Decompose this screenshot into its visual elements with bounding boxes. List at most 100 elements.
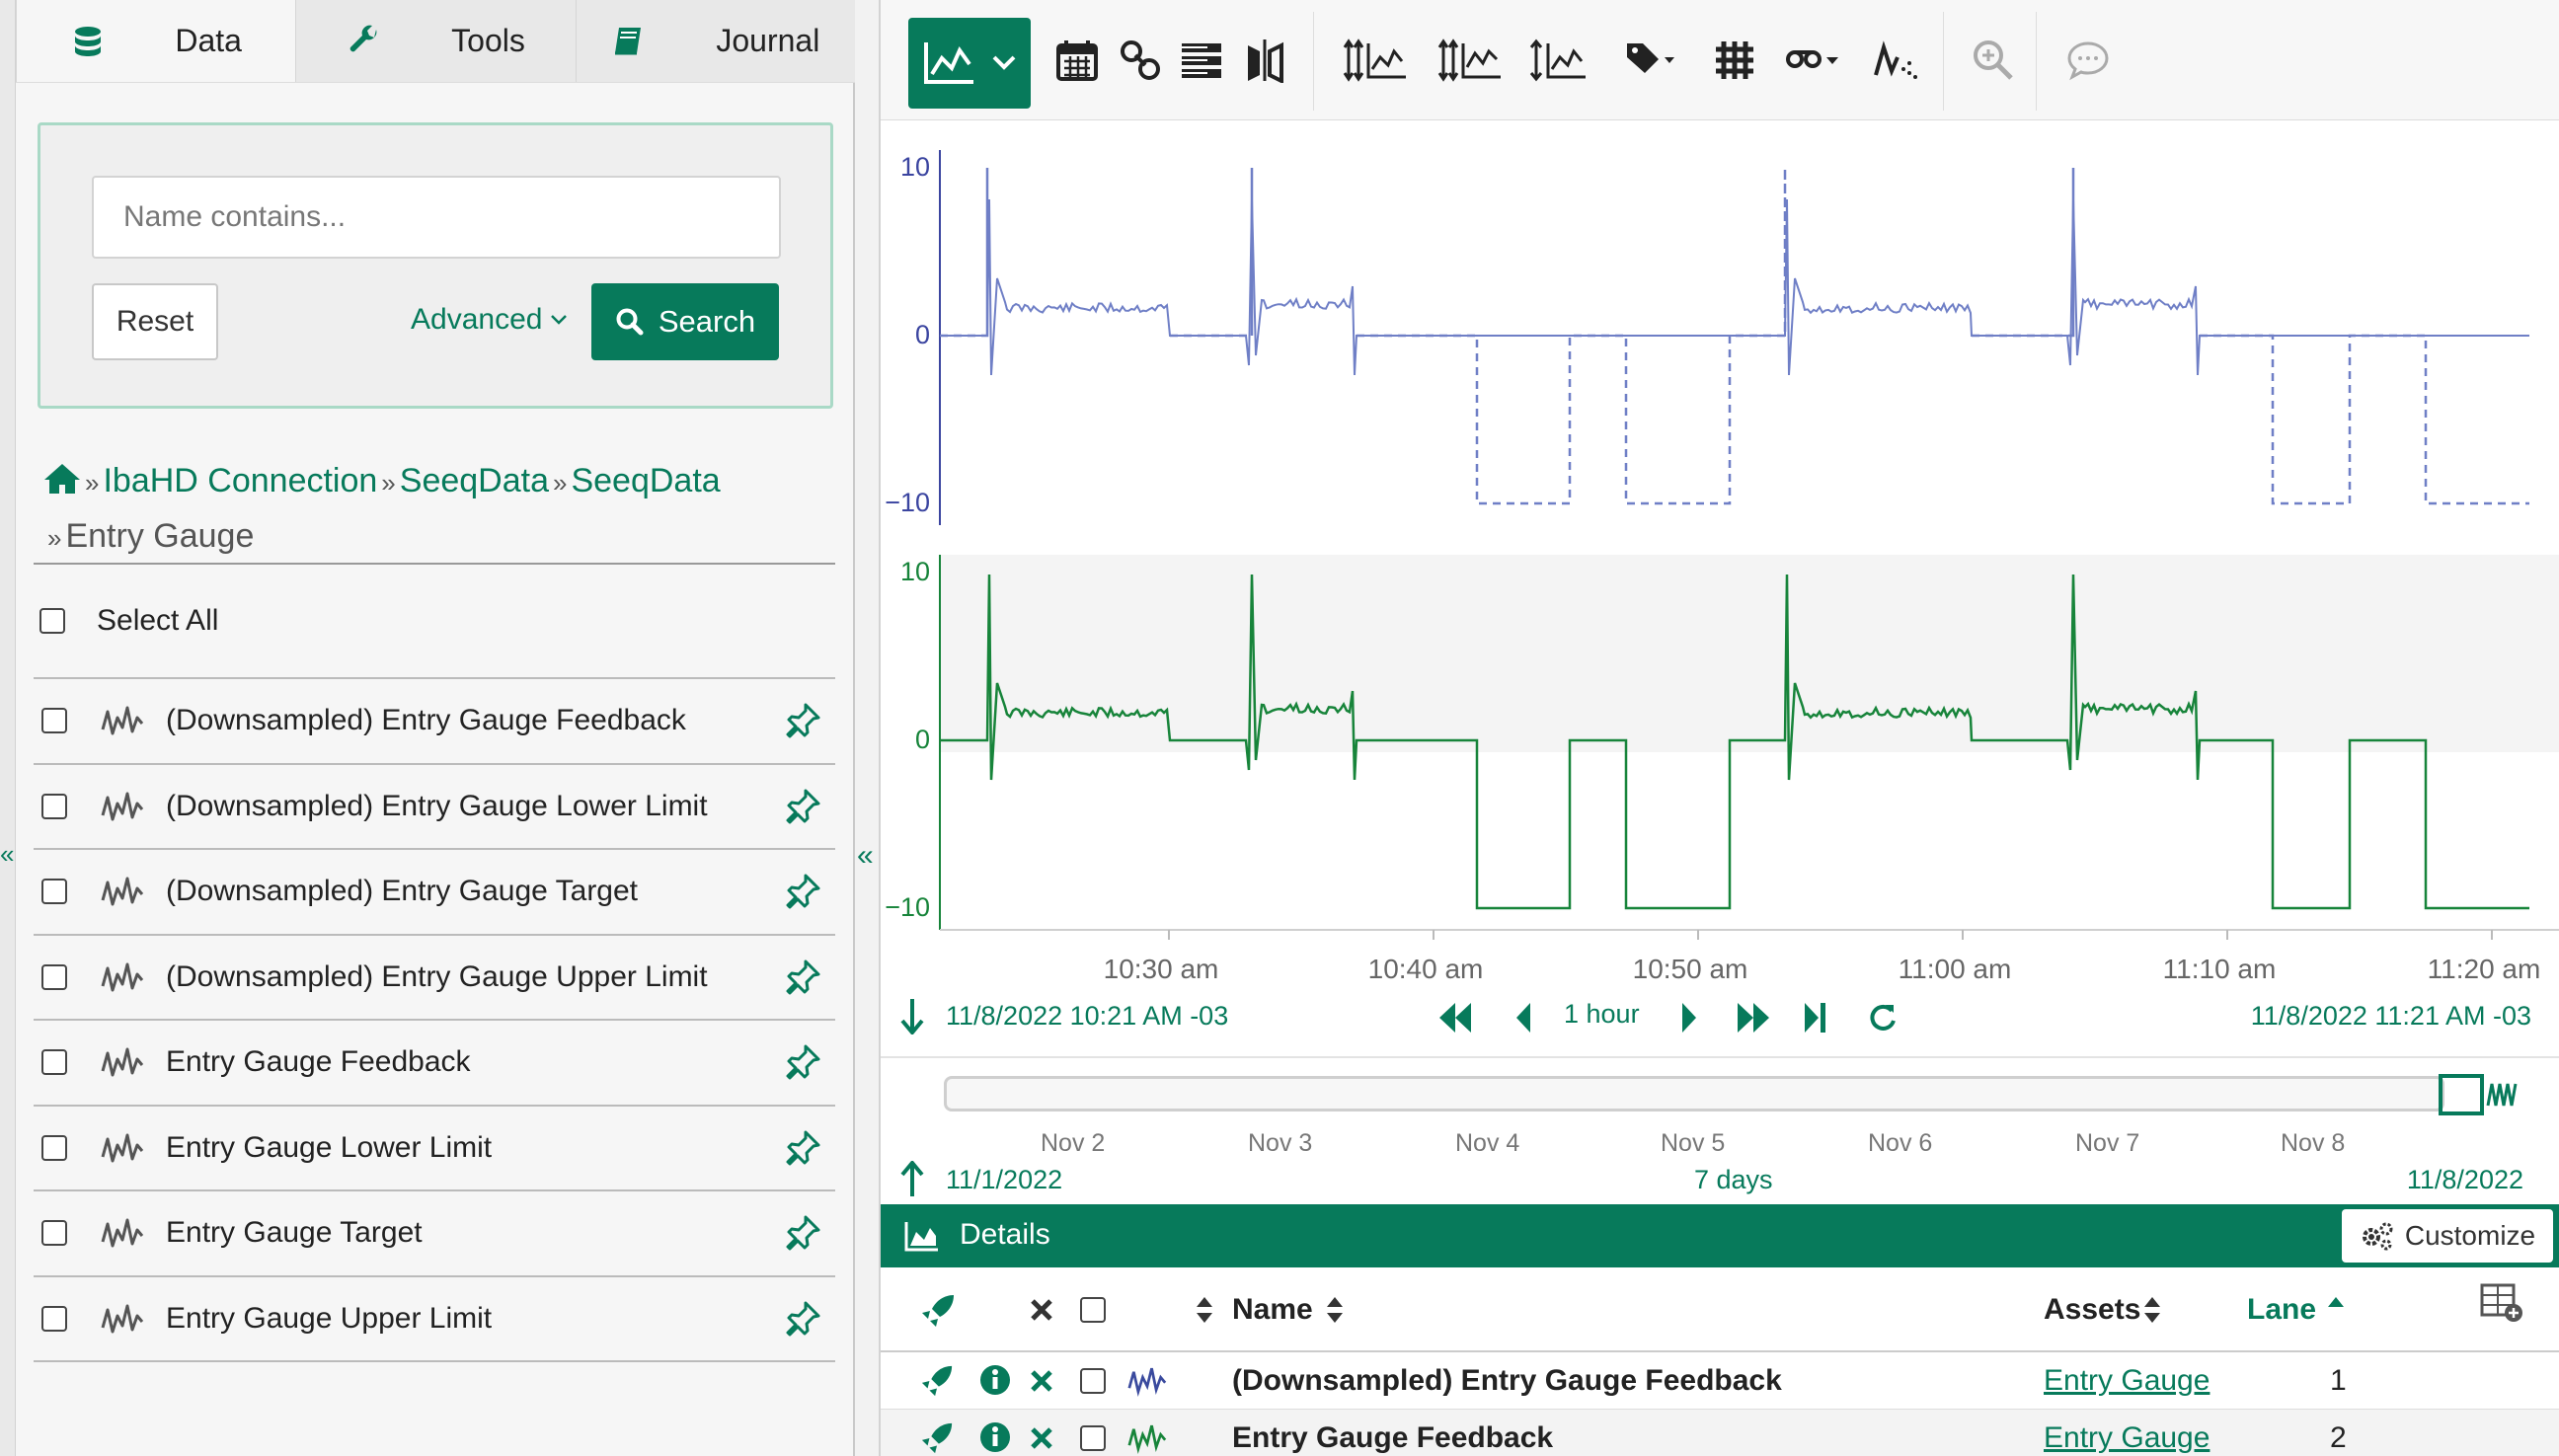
item-checkbox[interactable] [41,963,67,990]
trend-chart[interactable]: 10 0 −10 10 0 −10 10:30 am 10:40 am 10:50 am 11:… [881,120,2559,1056]
remove-all-icon[interactable] [1029,1297,1054,1323]
item-checkbox[interactable] [41,1305,67,1332]
add-column-icon[interactable] [2480,1283,2523,1323]
label-icon[interactable] [1623,38,1678,83]
details-row[interactable]: (Downsampled) Entry Gauge Feedback Entry … [881,1352,2559,1410]
pin-icon[interactable] [784,788,821,825]
display-range-start[interactable]: 11/8/2022 10:21 AM -03 [946,1001,1228,1032]
link-icon[interactable] [1118,38,1163,83]
sort-ascending-icon[interactable] [2326,1295,2346,1309]
item-checkbox[interactable] [41,1220,67,1247]
breadcrumb-item-connection[interactable]: IbaHD Connection [103,462,377,499]
step-back-far-icon[interactable] [1435,1001,1475,1035]
breadcrumb-item-seeqdata-1[interactable]: SeeqData [400,462,549,499]
item-checkbox[interactable] [41,793,67,819]
row-asset-link[interactable]: Entry Gauge [2044,1364,2210,1398]
investigate-range-start[interactable]: 11/1/2022 [946,1165,1062,1195]
rocket-icon[interactable] [920,1421,954,1455]
item-checkbox[interactable] [41,1049,67,1076]
advanced-toggle[interactable]: Advanced [411,303,568,337]
select-all-details-checkbox[interactable] [1080,1297,1106,1323]
sort-icon[interactable] [2142,1295,2162,1325]
pin-icon[interactable] [784,1129,821,1167]
rocket-icon[interactable] [920,1364,954,1398]
step-forward-icon[interactable] [1678,1001,1700,1035]
info-icon[interactable] [979,1421,1011,1453]
collapse-left-icon[interactable]: « [0,839,14,870]
select-all[interactable]: Select All [39,604,218,638]
item-checkbox[interactable] [41,879,67,905]
breadcrumb-item-seeqdata-2[interactable]: SeeqData [571,462,720,499]
pin-icon[interactable] [784,873,821,910]
custom-labels-icon[interactable] [1783,38,1844,83]
search-box: Reset Advanced Search [38,122,833,409]
autoscale-icon[interactable] [1528,38,1590,83]
shared-axis-icon[interactable] [1435,38,1505,83]
investigate-range-end[interactable]: 11/8/2022 [2407,1165,2523,1195]
pin-icon[interactable] [784,1300,821,1338]
tab-journal[interactable]: Journal [575,0,855,82]
grid-icon[interactable] [1712,38,1757,83]
pin-icon[interactable] [784,1043,821,1081]
list-item[interactable]: Entry Gauge Lower Limit [34,1107,835,1191]
customize-button[interactable]: Customize [2342,1209,2553,1263]
details-row[interactable]: Entry Gauge Feedback Entry Gauge 2 [881,1410,2559,1456]
panel-collapse-bar[interactable]: « [855,0,881,1456]
list-item[interactable]: (Downsampled) Entry Gauge Upper Limit [34,936,835,1021]
list-item[interactable]: Entry Gauge Target [34,1191,835,1277]
zoom-icon[interactable] [1971,38,2016,83]
reset-button[interactable]: Reset [92,283,218,360]
rocket-icon[interactable] [920,1293,956,1329]
display-range-end[interactable]: 11/8/2022 11:21 AM -03 [2251,1001,2531,1032]
refresh-icon[interactable] [1868,1001,1898,1033]
lane-axis-icon[interactable] [1341,38,1410,83]
step-back-icon[interactable] [1512,1001,1534,1035]
display-duration[interactable]: 1 hour [1564,999,1640,1030]
item-checkbox[interactable] [41,1134,67,1161]
row-checkbox[interactable] [1080,1368,1106,1394]
trend-chart-area[interactable]: 10 0 −10 10 0 −10 10:30 am 10:40 am 10:50 am 11:… [881,120,2559,1056]
row-asset-link[interactable]: Entry Gauge [2044,1421,2210,1455]
step-forward-far-icon[interactable] [1734,1001,1773,1035]
list-item[interactable]: Entry Gauge Feedback [34,1021,835,1107]
search-button[interactable]: Search [591,283,779,360]
home-icon[interactable] [43,462,81,496]
list-item[interactable]: Entry Gauge Upper Limit [34,1277,835,1362]
investigate-duration[interactable]: 7 days [1694,1165,1773,1195]
sort-icon[interactable] [1195,1295,1214,1325]
range-handle-icon[interactable] [2437,1072,2527,1117]
table-icon[interactable] [1179,38,1224,83]
investigate-range-slider[interactable] [944,1076,2444,1111]
select-all-checkbox[interactable] [39,608,65,634]
column-header-name[interactable]: Name [1232,1293,1313,1327]
tab-tools[interactable]: Tools [295,0,576,82]
remove-icon[interactable] [1029,1368,1054,1394]
column-header-assets[interactable]: Assets [2044,1293,2140,1327]
trend-view-button[interactable] [908,18,1031,109]
arrow-up-icon[interactable] [898,1161,926,1198]
pin-icon[interactable] [784,702,821,739]
collapse-icon[interactable]: « [857,839,874,873]
calendar-icon[interactable] [1054,38,1100,83]
list-item[interactable]: (Downsampled) Entry Gauge Lower Limit [34,765,835,850]
details-title: Details [960,1218,1050,1251]
sort-icon[interactable] [1325,1295,1345,1325]
info-icon[interactable] [979,1364,1011,1396]
row-checkbox[interactable] [1080,1425,1106,1451]
investigate-tick-label: Nov 4 [1455,1129,1520,1157]
pin-icon[interactable] [784,958,821,996]
step-to-end-icon[interactable] [1801,1001,1828,1035]
list-item[interactable]: (Downsampled) Entry Gauge Feedback [34,679,835,765]
remove-icon[interactable] [1029,1425,1054,1451]
arrow-down-icon[interactable] [898,997,926,1035]
compare-icon[interactable] [1242,38,1287,83]
name-search-input[interactable] [92,176,781,259]
column-header-lane[interactable]: Lane [2247,1293,2316,1327]
item-checkbox[interactable] [41,708,67,734]
tab-data[interactable]: Data [16,0,296,82]
trend-view-icon [924,42,973,84]
comment-icon[interactable] [2065,38,2111,83]
list-item[interactable]: (Downsampled) Entry Gauge Target [34,850,835,936]
dimming-icon[interactable] [1872,38,1921,83]
pin-icon[interactable] [784,1214,821,1252]
